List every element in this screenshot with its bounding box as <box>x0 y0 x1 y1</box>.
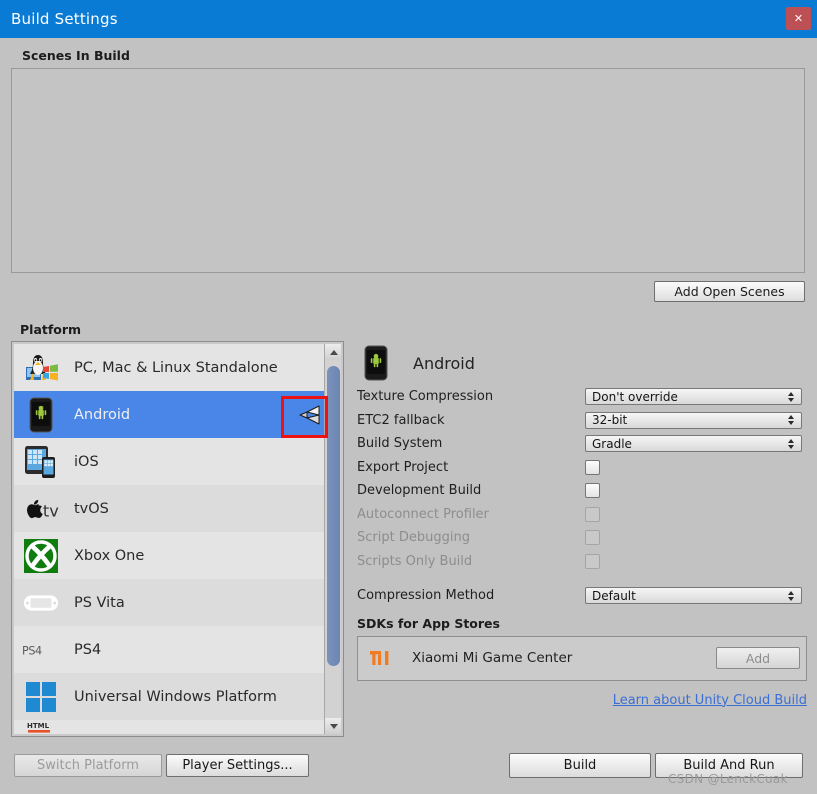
chevron-updown-icon <box>788 392 794 402</box>
setting-script-debugging: Script Debugging <box>357 526 807 550</box>
platform-item-webgl[interactable]: HTML <box>14 720 341 734</box>
platform-list[interactable]: PC, Mac & Linux Standalone <box>14 344 341 734</box>
ios-icon <box>22 443 60 481</box>
autoconnect-profiler-checkbox <box>585 507 600 522</box>
platform-item-label: PC, Mac & Linux Standalone <box>74 360 278 376</box>
setting-label: Autoconnect Profiler <box>357 507 585 522</box>
xbox-icon <box>22 537 60 575</box>
selected-platform-header: Android <box>357 341 807 385</box>
window-title: Build Settings <box>11 10 118 28</box>
setting-label: Script Debugging <box>357 530 585 545</box>
chevron-updown-icon <box>788 591 794 601</box>
svg-text:HTML: HTML <box>27 722 50 730</box>
unity-logo-icon <box>297 403 323 427</box>
platform-item-tvos[interactable]: tv tvOS <box>14 485 341 532</box>
setting-development-build: Development Build <box>357 479 807 503</box>
platform-item-ios[interactable]: iOS <box>14 438 341 485</box>
setting-export-project: Export Project <box>357 456 807 480</box>
android-icon <box>22 396 60 434</box>
platform-item-xbox-one[interactable]: Xbox One <box>14 532 341 579</box>
scripts-only-build-checkbox <box>585 554 600 569</box>
setting-label: Compression Method <box>357 588 585 603</box>
texture-compression-dropdown[interactable]: Don't override <box>585 388 802 405</box>
setting-label: Texture Compression <box>357 389 585 404</box>
etc2-fallback-dropdown[interactable]: 32-bit <box>585 412 802 429</box>
scroll-up-icon[interactable] <box>325 344 341 360</box>
platform-item-label: Universal Windows Platform <box>74 689 277 705</box>
android-icon <box>357 344 395 382</box>
xiaomi-logo-icon <box>368 645 398 671</box>
setting-label: ETC2 fallback <box>357 413 585 428</box>
setting-compression-method: Compression Method Default <box>357 584 807 608</box>
setting-texture-compression: Texture Compression Don't override <box>357 385 807 409</box>
setting-build-system: Build System Gradle <box>357 432 807 456</box>
psvita-icon <box>22 584 60 622</box>
tvos-icon: tv <box>22 490 60 528</box>
chevron-updown-icon <box>788 415 794 425</box>
watermark-text: CSDN @LenckCuak <box>668 772 788 786</box>
dropdown-value: Gradle <box>592 437 632 451</box>
scrollbar-thumb[interactable] <box>327 366 340 666</box>
setting-label: Scripts Only Build <box>357 554 585 569</box>
html5-icon: HTML <box>22 720 60 734</box>
platform-item-uwp[interactable]: Universal Windows Platform <box>14 673 341 720</box>
scroll-down-icon[interactable] <box>325 718 341 734</box>
development-build-checkbox[interactable] <box>585 483 600 498</box>
platform-label: Platform <box>20 322 81 337</box>
setting-etc2-fallback: ETC2 fallback 32-bit <box>357 409 807 433</box>
platform-item-label: iOS <box>74 454 99 470</box>
chevron-updown-icon <box>788 439 794 449</box>
dropdown-value: Default <box>592 589 636 603</box>
pc-mac-linux-icon <box>22 349 60 387</box>
scenes-in-build-label: Scenes In Build <box>22 48 130 63</box>
setting-label: Development Build <box>357 483 585 498</box>
build-system-dropdown[interactable]: Gradle <box>585 435 802 452</box>
sdk-list: Xiaomi Mi Game Center Add <box>357 636 807 681</box>
compression-method-dropdown[interactable]: Default <box>585 587 802 604</box>
platform-item-label: PS Vita <box>74 595 125 611</box>
setting-label: Build System <box>357 436 585 451</box>
ps4-icon: PS4 <box>22 631 60 669</box>
dropdown-value: 32-bit <box>592 413 627 427</box>
platform-item-label: tvOS <box>74 501 109 517</box>
platform-item-label: PS4 <box>74 642 101 658</box>
setting-scripts-only-build: Scripts Only Build <box>357 550 807 574</box>
build-settings-window: Build Settings ✕ Scenes In Build Add Ope… <box>0 0 817 794</box>
platform-list-scrollbar[interactable] <box>324 344 341 734</box>
setting-autoconnect-profiler: Autoconnect Profiler <box>357 503 807 527</box>
close-icon[interactable]: ✕ <box>786 7 811 30</box>
platform-item-label: Xbox One <box>74 548 144 564</box>
script-debugging-checkbox <box>585 530 600 545</box>
platform-item-ps-vita[interactable]: PS Vita <box>14 579 341 626</box>
sdk-add-button[interactable]: Add <box>716 647 800 669</box>
sdk-name-label: Xiaomi Mi Game Center <box>412 650 716 666</box>
svg-text:PS4: PS4 <box>22 644 42 657</box>
platform-item-android[interactable]: Android <box>14 391 341 438</box>
title-bar: Build Settings ✕ <box>0 0 817 38</box>
sdks-for-app-stores-label: SDKs for App Stores <box>357 616 807 631</box>
learn-about-unity-cloud-build-link[interactable]: Learn about Unity Cloud Build <box>357 693 807 708</box>
platform-item-pc-mac-linux[interactable]: PC, Mac & Linux Standalone <box>14 344 341 391</box>
dropdown-value: Don't override <box>592 390 678 404</box>
player-settings-button[interactable]: Player Settings... <box>166 754 309 777</box>
switch-platform-button: Switch Platform <box>14 754 162 777</box>
export-project-checkbox[interactable] <box>585 460 600 475</box>
add-open-scenes-button[interactable]: Add Open Scenes <box>654 281 805 302</box>
platform-details-panel: Android Texture Compression Don't overri… <box>357 341 807 737</box>
scenes-in-build-list[interactable] <box>11 68 805 273</box>
build-button[interactable]: Build <box>509 753 651 778</box>
windows-icon <box>22 678 60 716</box>
platform-list-container: PC, Mac & Linux Standalone <box>11 341 344 737</box>
selected-platform-name: Android <box>413 354 475 373</box>
platform-item-label: Android <box>74 407 130 423</box>
setting-label: Export Project <box>357 460 585 475</box>
svg-text:tv: tv <box>43 501 59 520</box>
platform-item-ps4[interactable]: PS4 PS4 <box>14 626 341 673</box>
